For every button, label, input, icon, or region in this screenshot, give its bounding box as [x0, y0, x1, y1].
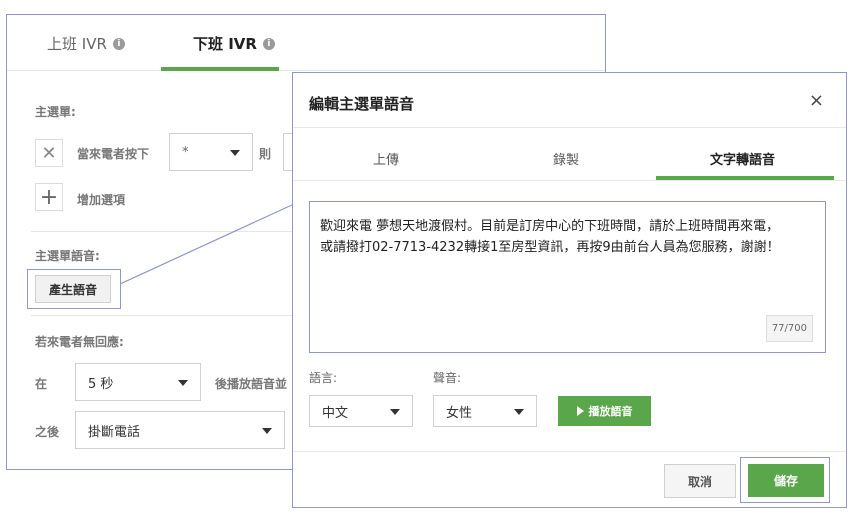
language-select[interactable]: 中文 [309, 395, 413, 427]
chevron-down-icon [514, 409, 524, 415]
cancel-button[interactable]: 取消 [664, 464, 736, 498]
divider [293, 180, 846, 181]
tts-text-line-1: 歡迎來電 夢想天地渡假村。目前是訂房中心的下班時間，請於上班時間再來電， [320, 219, 780, 234]
tab-record[interactable]: 錄製 [553, 149, 579, 168]
language-select-value: 中文 [322, 405, 349, 421]
char-counter: 77/700 [765, 315, 813, 342]
edit-menu-voice-dialog: 編輯主選單語音 × 上傳 錄製 文字轉語音 歡迎來電 夢想天地渡假村。目前是訂房… [292, 72, 847, 508]
tab-text-to-speech[interactable]: 文字轉語音 [710, 149, 775, 168]
dialog-title: 編輯主選單語音 [309, 95, 415, 113]
voice-select[interactable]: 女性 [433, 395, 537, 427]
chevron-down-icon [390, 409, 400, 415]
save-button[interactable]: 儲存 [748, 464, 824, 497]
divider [293, 127, 846, 128]
callout-line [119, 203, 295, 285]
tab-upload[interactable]: 上傳 [373, 149, 399, 168]
voice-label: 聲音: [433, 371, 462, 385]
voice-select-value: 女性 [446, 405, 473, 421]
divider [293, 451, 846, 452]
play-icon [576, 406, 584, 416]
language-label: 語言: [309, 371, 338, 385]
close-icon[interactable]: × [809, 90, 824, 111]
play-voice-button[interactable]: 播放語音 [558, 396, 651, 426]
tts-text-input[interactable]: 歡迎來電 夢想天地渡假村。目前是訂房中心的下班時間，請於上班時間再來電， 或請撥… [309, 201, 826, 353]
tts-text-line-2: 或請撥打02-7713-4232轉接1至房型資訊，再按9由前台人員為您服務，謝謝… [320, 240, 780, 255]
play-voice-label: 播放語音 [588, 405, 633, 418]
